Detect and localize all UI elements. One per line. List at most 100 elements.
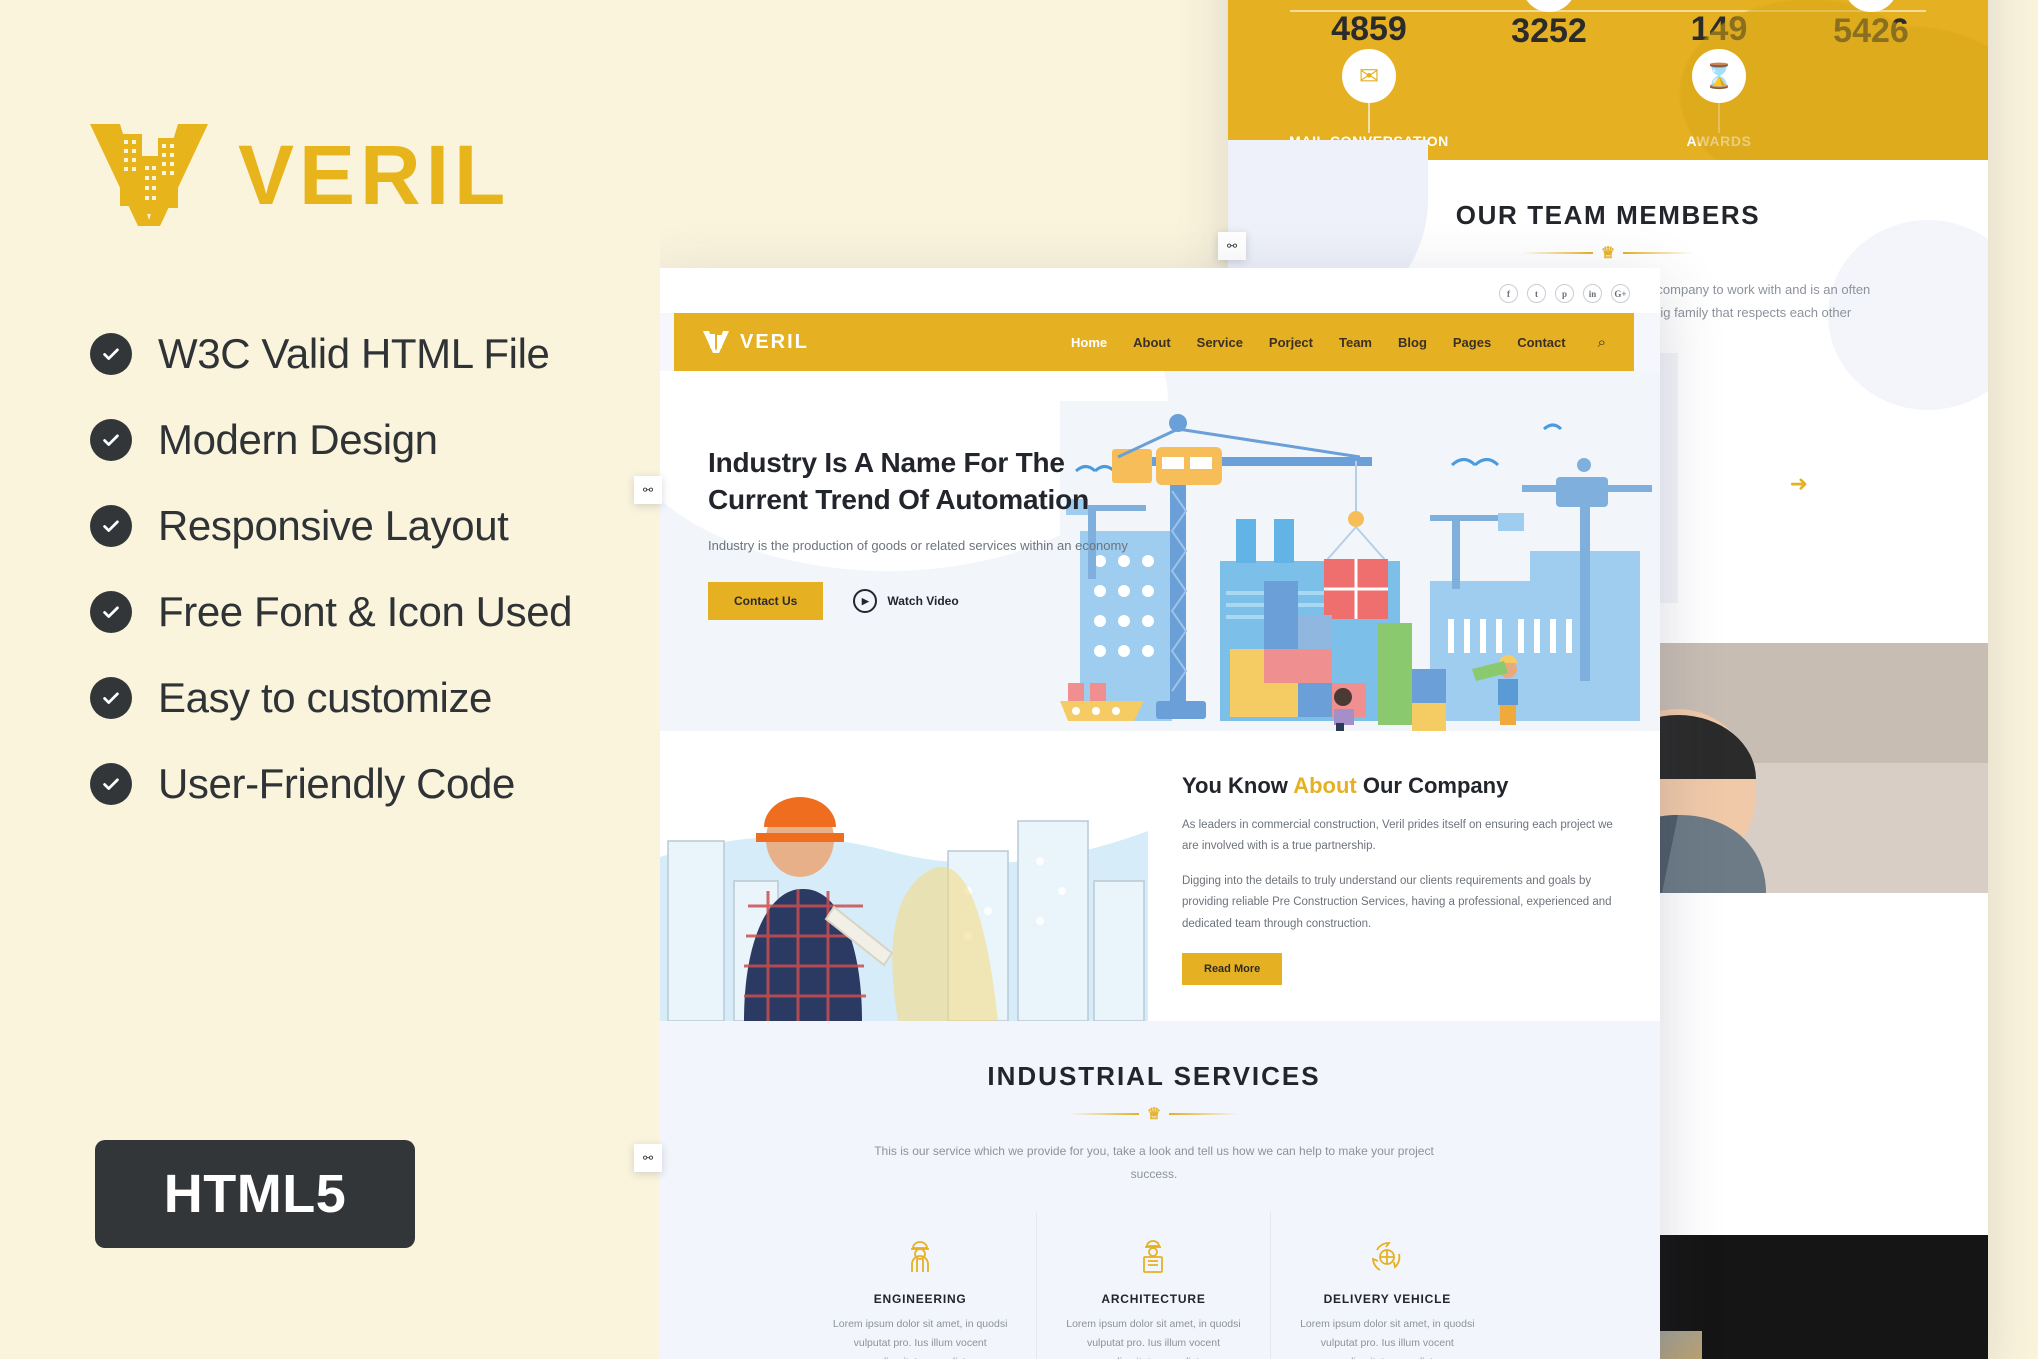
navbar-logo-text: VERIL xyxy=(740,330,809,353)
nav-item-about[interactable]: About xyxy=(1133,335,1171,350)
architect-icon xyxy=(1063,1238,1243,1280)
stat-value: 3252 xyxy=(1511,12,1587,50)
crown-icon: ♕ xyxy=(1600,245,1616,262)
feature-label: User-Friendly Code xyxy=(158,760,515,807)
about-paragraph-1: As leaders in commercial construction, V… xyxy=(1182,818,1613,852)
stats-counter-bar: 4859 ✉ MAIL CONVERSATION PROJECTS COMPLE… xyxy=(1228,0,1988,160)
service-name: ARCHITECTURE xyxy=(1101,1291,1206,1306)
about-worker-photo xyxy=(648,731,1148,1021)
stat-label: AWARDS xyxy=(1686,133,1752,149)
nav-item-pages[interactable]: Pages xyxy=(1453,335,1491,350)
about-heading-pre: You Know xyxy=(1182,773,1294,798)
feature-label: Easy to customize xyxy=(158,674,492,721)
stat-awards: 149 ⌛ AWARDS xyxy=(1624,10,1814,149)
list-item: Responsive Layout xyxy=(90,502,572,550)
html5-badge: HTML5 xyxy=(95,1140,415,1248)
team-section-title: OUR TEAM MEMBERS xyxy=(1455,200,1761,230)
about-heading: You Know About Our Company xyxy=(1182,771,1616,801)
hero-heading: Industry Is A Name For The Current Trend… xyxy=(708,445,1128,519)
watch-video-button[interactable]: ▶ Watch Video xyxy=(853,589,959,614)
check-circle-icon xyxy=(90,677,132,719)
hero-construction-illustration xyxy=(1060,401,1660,731)
nav-item-porject[interactable]: Porject xyxy=(1269,335,1313,350)
feature-label: W3C Valid HTML File xyxy=(158,330,550,377)
people-icon: 👥 xyxy=(1844,0,1898,12)
feature-label: Free Font & Icon Used xyxy=(158,588,573,635)
nav-item-home[interactable]: Home xyxy=(1071,335,1107,350)
left-info-panel: VERIL W3C Valid HTML File Modern Design … xyxy=(0,0,660,1359)
facebook-icon[interactable]: f xyxy=(1499,284,1518,303)
twitter-icon[interactable]: t xyxy=(1527,284,1546,303)
stat-mail-conversation: 4859 ✉ MAIL CONVERSATION xyxy=(1274,10,1464,149)
recycle-globe-icon xyxy=(1297,1238,1478,1280)
service-description: Lorem ipsum dolor sit amet, in quodsi vu… xyxy=(1066,1317,1241,1359)
html5-badge-label: HTML5 xyxy=(163,1164,347,1224)
list-item: W3C Valid HTML File xyxy=(90,330,572,378)
share-chip-icon[interactable]: ⚯ xyxy=(1218,232,1246,260)
navbar-links: Home About Service Porject Team Blog Pag… xyxy=(1071,334,1606,351)
check-circle-icon xyxy=(90,505,132,547)
carousel-next-arrow-icon[interactable]: ➜ xyxy=(1790,471,1808,497)
nav-item-team[interactable]: Team xyxy=(1339,335,1372,350)
hero-heading-line2: Current Trend Of Automation xyxy=(708,483,1089,515)
list-item: User-Friendly Code xyxy=(90,760,572,808)
hero-actions: Contact Us ▶ Watch Video xyxy=(708,582,1128,621)
service-card-architecture[interactable]: ARCHITECTURE Lorem ipsum dolor sit amet,… xyxy=(1037,1211,1271,1359)
service-description: Lorem ipsum dolor sit amet, in quodsi vu… xyxy=(1300,1317,1475,1359)
about-heading-accent: About xyxy=(1293,773,1357,798)
navbar-logo[interactable]: VERIL xyxy=(702,330,809,354)
stat-value: 4859 xyxy=(1331,10,1407,48)
services-title: INDUSTRIAL SERVICES xyxy=(987,1061,1321,1091)
list-item: Easy to customize xyxy=(90,674,572,722)
stat-value: 149 xyxy=(1690,10,1748,48)
pinterest-icon[interactable]: p xyxy=(1555,284,1574,303)
feature-label: Responsive Layout xyxy=(158,502,509,549)
read-more-button[interactable]: Read More xyxy=(1182,953,1283,986)
share-chip-icon[interactable]: ⚯ xyxy=(634,1144,662,1172)
check-circle-icon xyxy=(90,333,132,375)
feature-list: W3C Valid HTML File Modern Design Respon… xyxy=(90,330,573,846)
brand-name: VERIL xyxy=(238,128,511,222)
linkedin-icon[interactable]: in xyxy=(1583,284,1602,303)
about-heading-post: Our Company xyxy=(1356,773,1509,798)
brand-lockup: VERIL xyxy=(86,120,510,230)
check-circle-icon xyxy=(90,419,132,461)
list-item: Modern Design xyxy=(90,416,572,464)
search-icon[interactable]: ⌕ xyxy=(1598,334,1606,351)
main-page-mockup: f t p in G+ VERIL Home About Service Por… xyxy=(648,268,1660,1359)
stat-projects-complete: PROJECTS COMPLETE 🏢 3252 xyxy=(1454,0,1644,51)
play-icon: ▶ xyxy=(853,589,878,614)
service-description: Lorem ipsum dolor sit amet, in quodsi vu… xyxy=(832,1317,1008,1359)
stat-value: 5426 xyxy=(1833,12,1909,50)
building-icon: 🏢 xyxy=(1522,0,1576,12)
worker-icon xyxy=(830,1238,1010,1280)
about-paragraph-2: Digging into the details to truly unders… xyxy=(1182,875,1612,930)
hero-paragraph: Industry is the production of goods or r… xyxy=(708,537,1128,553)
service-card-engineering[interactable]: ENGINEERING Lorem ipsum dolor sit amet, … xyxy=(804,1211,1038,1359)
nav-item-blog[interactable]: Blog xyxy=(1398,335,1427,350)
about-copy: You Know About Our Company As leaders in… xyxy=(1148,731,1660,1021)
stat-happy-clients: HAPPY CLIENTS 👥 5426 xyxy=(1776,0,1966,51)
crown-icon: ♕ xyxy=(1146,1106,1162,1123)
veril-building-logo-icon xyxy=(86,120,212,230)
service-name: ENGINEERING xyxy=(873,1291,967,1306)
veril-building-logo-icon xyxy=(702,330,730,354)
section-divider: ♕ xyxy=(648,1104,1660,1124)
check-circle-icon xyxy=(90,763,132,805)
list-item: Free Font & Icon Used xyxy=(90,588,573,636)
service-name: DELIVERY VEHICLE xyxy=(1323,1291,1452,1306)
share-chip-icon[interactable]: ⚯ xyxy=(634,476,662,504)
hero-section: Industry Is A Name For The Current Trend… xyxy=(648,371,1660,731)
services-grid: ENGINEERING Lorem ipsum dolor sit amet, … xyxy=(804,1211,1504,1359)
service-card-delivery-vehicle[interactable]: DELIVERY VEHICLE Lorem ipsum dolor sit a… xyxy=(1271,1212,1504,1359)
main-navbar: VERIL Home About Service Porject Team Bl… xyxy=(674,313,1634,371)
contact-us-button[interactable]: Contact Us xyxy=(708,582,824,621)
services-subtitle: This is our service which we provide for… xyxy=(874,1144,1434,1181)
hero-copy: Industry Is A Name For The Current Trend… xyxy=(708,445,1128,621)
mail-icon: ✉ xyxy=(1342,49,1396,103)
nav-item-contact[interactable]: Contact xyxy=(1517,335,1565,350)
googleplus-icon[interactable]: G+ xyxy=(1611,284,1630,303)
nav-item-service[interactable]: Service xyxy=(1197,335,1243,350)
watch-video-label: Watch Video xyxy=(887,594,959,609)
check-circle-icon xyxy=(90,591,132,633)
